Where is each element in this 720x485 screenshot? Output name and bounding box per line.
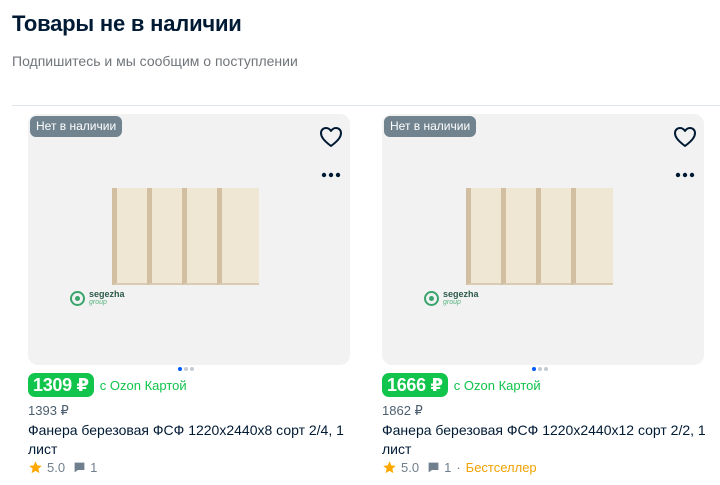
star-icon [383, 461, 396, 474]
pagination-dot[interactable] [184, 367, 188, 371]
segezha-logo: segezha group [424, 290, 479, 306]
section-header: Товары не в наличии Подпишитесь и мы соо… [12, 10, 712, 70]
more-icon [321, 172, 341, 178]
reviews-count[interactable]: 1 [90, 460, 97, 475]
divider [12, 105, 720, 106]
pagination-dot-active[interactable] [532, 367, 536, 371]
more-button[interactable] [318, 162, 344, 188]
product-card[interactable]: Нет в наличии segezha group [382, 114, 706, 475]
heart-icon [320, 127, 342, 147]
segezha-logo-mark [424, 290, 439, 306]
more-icon [675, 172, 695, 178]
product-name[interactable]: Фанера березовая ФСФ 1220х2440х8 сорт 2/… [28, 421, 358, 459]
favorite-button[interactable] [672, 124, 698, 150]
segezha-logo-mark [70, 290, 85, 306]
heart-icon [674, 127, 696, 147]
rating-value: 5.0 [401, 460, 420, 475]
brand-logo-text: segezha [443, 289, 479, 299]
page-title: Товары не в наличии [12, 11, 242, 36]
rating-value: 5.0 [47, 460, 66, 475]
product-name[interactable]: Фанера березовая ФСФ 1220х2440х12 сорт 2… [382, 421, 712, 459]
regular-price: 1862 ₽ [382, 403, 423, 418]
reviews-count[interactable]: 1 [444, 460, 451, 475]
price-row: 1309 ₽ с Ozon Картой [28, 373, 187, 397]
segezha-logo: segezha group [70, 290, 125, 306]
product-card[interactable]: Нет в наличии segezha group [28, 114, 350, 475]
plywood-sheet [217, 188, 259, 285]
plywood-sheets-image [466, 188, 626, 298]
review-icon [428, 462, 439, 473]
product-meta: 5.0 1 [28, 460, 97, 475]
brand-logo-sub: group [89, 299, 107, 306]
product-meta: 5.0 1 · Бестселлер [382, 460, 537, 475]
meta-separator: · [456, 460, 461, 475]
favorite-button[interactable] [318, 124, 344, 150]
star-icon [29, 461, 42, 474]
review-icon [74, 462, 85, 473]
pagination-dot[interactable] [544, 367, 548, 371]
bestseller-tag: Бестселлер [465, 460, 537, 475]
brand-logo-text: segezha [89, 289, 125, 299]
price-row: 1666 ₽ с Ozon Картой [382, 373, 541, 397]
image-pagination[interactable] [532, 367, 548, 371]
card-price: 1309 ₽ [28, 373, 94, 397]
pagination-dot[interactable] [538, 367, 542, 371]
more-button[interactable] [672, 162, 698, 188]
image-pagination[interactable] [178, 367, 194, 371]
card-price: 1666 ₽ [382, 373, 448, 397]
product-image[interactable]: Нет в наличии segezha group [28, 114, 350, 365]
plywood-sheet [571, 188, 613, 285]
stock-badge: Нет в наличии [384, 116, 477, 137]
stock-badge: Нет в наличии [30, 116, 123, 137]
page-subtitle: Подпишитесь и мы сообщим о поступлении [12, 53, 298, 69]
card-price-label: с Ozon Картой [453, 377, 541, 393]
pagination-dot[interactable] [190, 367, 194, 371]
brand-logo-sub: group [443, 299, 461, 306]
regular-price: 1393 ₽ [28, 403, 69, 418]
pagination-dot-active[interactable] [178, 367, 182, 371]
card-price-label: с Ozon Картой [99, 377, 187, 393]
product-image[interactable]: Нет в наличии segezha group [382, 114, 704, 365]
plywood-sheets-image [112, 188, 272, 298]
